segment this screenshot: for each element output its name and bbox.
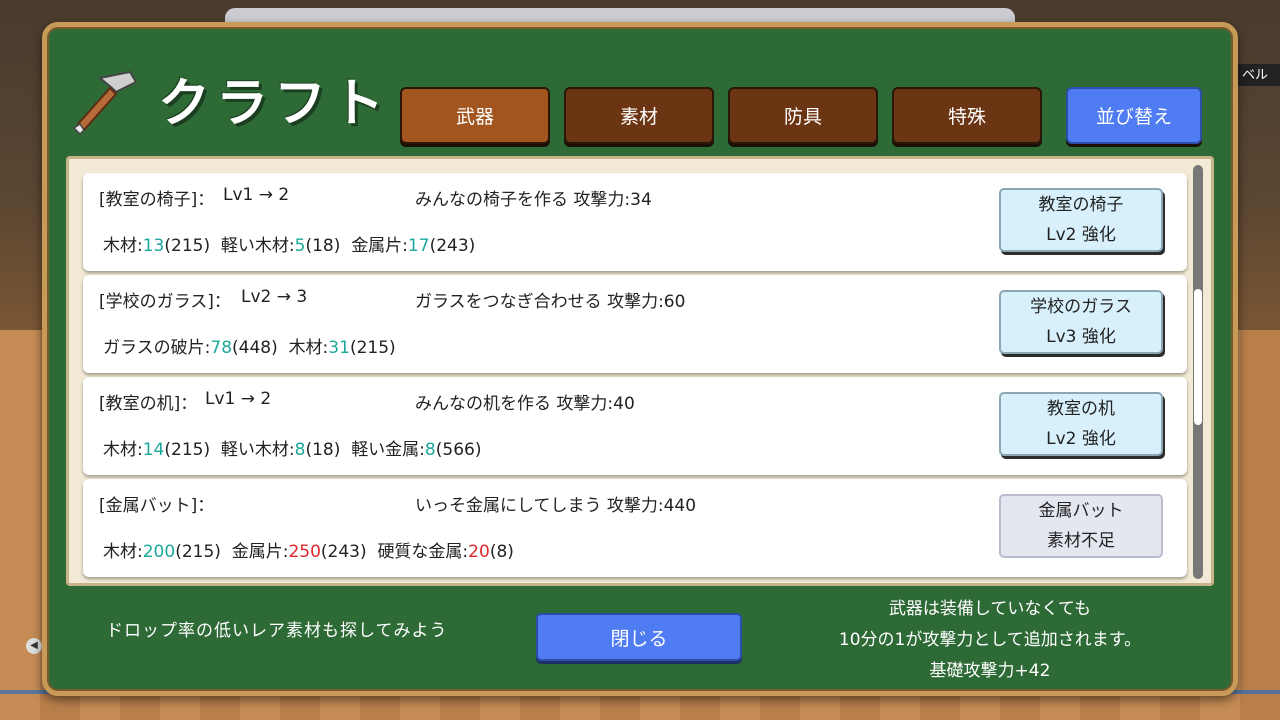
upgrade-button-name: 学校のガラス	[1030, 297, 1132, 317]
recipe-level: Lv2 → 3	[241, 287, 308, 307]
recipe-row: [金属バット]： いっそ金属にしてしまう 攻撃力:440 木材:200(215)…	[83, 479, 1187, 577]
upgrade-button[interactable]: 教室の椅子 Lv2 強化	[999, 188, 1163, 252]
scrollbar-thumb[interactable]	[1194, 289, 1202, 425]
recipe-list[interactable]: [教室の椅子]： Lv1 → 2 みんなの椅子を作る 攻撃力:34 木材:13(…	[66, 156, 1214, 586]
recipe-row: [教室の椅子]： Lv1 → 2 みんなの椅子を作る 攻撃力:34 木材:13(…	[83, 173, 1187, 271]
background-label: ベル	[1238, 64, 1280, 86]
upgrade-button-action: Lv3 強化	[1046, 327, 1116, 347]
close-button[interactable]: 閉じる	[536, 613, 742, 661]
upgrade-button-disabled[interactable]: 金属バット 素材不足	[999, 494, 1163, 558]
sort-button[interactable]: 並び替え	[1066, 87, 1202, 144]
upgrade-button-name: 金属バット	[1038, 501, 1124, 521]
attack-note: 武器は装備していなくても 10分の1が攻撃力として追加されます。 基礎攻撃力+4…	[800, 594, 1180, 687]
recipe-description: みんなの机を作る 攻撃力:40	[415, 394, 635, 414]
upgrade-button[interactable]: 学校のガラス Lv3 強化	[999, 290, 1163, 354]
recipe-description: みんなの椅子を作る 攻撃力:34	[415, 190, 652, 210]
note-line: 武器は装備していなくても	[888, 599, 1092, 619]
tab-material[interactable]: 素材	[564, 87, 714, 144]
recipe-name: [金属バット]：	[99, 496, 215, 516]
upgrade-button-action: Lv2 強化	[1046, 225, 1116, 245]
tab-weapon[interactable]: 武器	[400, 87, 550, 144]
recipe-materials: ガラスの破片:78(448) 木材:31(215)	[103, 338, 396, 358]
recipe-materials: 木材:14(215) 軽い木材:8(18) 軽い金属:8(566)	[103, 440, 482, 460]
recipe-level: Lv1 → 2	[223, 185, 290, 205]
recipe-name: [教室の椅子]：	[99, 190, 215, 210]
base-attack-text: 基礎攻撃力+42	[929, 661, 1051, 681]
recipe-materials: 木材:200(215) 金属片:250(243) 硬質な金属:20(8)	[103, 542, 514, 562]
back-arrow-icon[interactable]: ◀	[26, 638, 42, 654]
tab-special[interactable]: 特殊	[892, 87, 1042, 144]
upgrade-button-name: 教室の机	[1047, 399, 1115, 419]
page-title: クラフト	[158, 73, 391, 134]
recipe-materials: 木材:13(215) 軽い木材:5(18) 金属片:17(243)	[103, 236, 476, 256]
recipe-description: ガラスをつなぎ合わせる 攻撃力:60	[415, 292, 686, 312]
hint-text: ドロップ率の低いレア素材も探してみよう	[106, 621, 448, 641]
recipe-row: [教室の机]： Lv1 → 2 みんなの机を作る 攻撃力:40 木材:14(21…	[83, 377, 1187, 475]
recipe-name: [学校のガラス]：	[99, 292, 231, 312]
recipe-description: いっそ金属にしてしまう 攻撃力:440	[415, 496, 697, 516]
note-line: 10分の1が攻撃力として追加されます。	[838, 630, 1142, 650]
tab-armor[interactable]: 防具	[728, 87, 878, 144]
upgrade-button-action: 素材不足	[1047, 531, 1115, 551]
recipe-name: [教室の机]：	[99, 394, 198, 414]
recipe-row: [学校のガラス]： Lv2 → 3 ガラスをつなぎ合わせる 攻撃力:60 ガラス…	[83, 275, 1187, 373]
upgrade-button-name: 教室の椅子	[1038, 195, 1124, 215]
recipe-level: Lv1 → 2	[205, 389, 272, 409]
upgrade-button-action: Lv2 強化	[1046, 429, 1116, 449]
upgrade-button[interactable]: 教室の机 Lv2 強化	[999, 392, 1163, 456]
hammer-icon	[72, 70, 138, 136]
